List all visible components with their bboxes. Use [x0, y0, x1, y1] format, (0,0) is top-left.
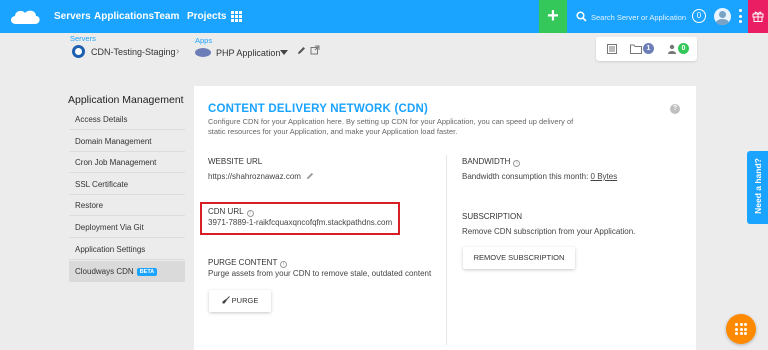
- sidebar-item-ssl-certificate[interactable]: SSL Certificate: [69, 174, 185, 195]
- gift-button[interactable]: [748, 0, 768, 33]
- sidebar-item-restore[interactable]: Restore: [69, 195, 185, 216]
- users-icon[interactable]: [667, 44, 677, 54]
- app-quick-actions: 1 0: [596, 37, 697, 61]
- sidebar-item-label: Cloudways CDN: [75, 267, 134, 276]
- sidebar-item-cron-job[interactable]: Cron Job Management: [69, 152, 185, 173]
- sidebar-item-access-details[interactable]: Access Details: [69, 109, 185, 130]
- avatar[interactable]: [714, 8, 731, 25]
- cdn-description: Configure CDN for your Application here.…: [208, 117, 574, 136]
- top-navigation-bar: Servers Applications Team Projects + 0: [0, 0, 768, 33]
- files-count-badge: 1: [643, 43, 654, 54]
- apps-label: Apps: [195, 36, 213, 45]
- bandwidth-label: BANDWIDTH i: [462, 157, 521, 167]
- apps-grid-icon[interactable]: [231, 11, 242, 22]
- notification-badge[interactable]: 0: [692, 9, 706, 23]
- info-icon[interactable]: i: [280, 261, 288, 268]
- help-icon[interactable]: ?: [670, 104, 680, 114]
- folder-icon[interactable]: [630, 44, 642, 54]
- add-button[interactable]: +: [539, 0, 567, 33]
- nav-projects[interactable]: Projects: [187, 11, 226, 22]
- cdn-panel: CONTENT DELIVERY NETWORK (CDN) Configure…: [194, 86, 696, 350]
- cdn-url-value: 3971-7889-1-raikfcquaxqncofqfm.stackpath…: [208, 218, 393, 227]
- server-name[interactable]: CDN-Testing-Staging: [91, 47, 176, 57]
- cloud-logo-icon[interactable]: [8, 8, 42, 26]
- external-link-icon[interactable]: [310, 45, 320, 55]
- page-title: CONTENT DELIVERY NETWORK (CDN): [208, 103, 429, 115]
- remove-subscription-button[interactable]: REMOVE SUBSCRIPTION: [463, 247, 575, 269]
- nav-applications[interactable]: Applications: [94, 11, 154, 22]
- floating-apps-button[interactable]: [726, 314, 756, 344]
- subscription-label: SUBSCRIPTION: [462, 212, 523, 221]
- cdn-url-label: CDN URL i: [208, 207, 254, 217]
- column-divider: [446, 155, 447, 345]
- chevron-down-icon[interactable]: [280, 50, 288, 55]
- sidebar-title: Application Management: [68, 94, 184, 106]
- sidebar-item-domain-management[interactable]: Domain Management: [69, 131, 185, 152]
- purge-content-label: PURGE CONTENT i: [208, 258, 288, 268]
- search-icon: [576, 11, 587, 22]
- need-a-hand-tab[interactable]: Need a hand?: [747, 151, 768, 224]
- info-icon[interactable]: i: [513, 160, 521, 167]
- edit-icon[interactable]: [306, 172, 314, 180]
- purge-button[interactable]: PURGE: [209, 290, 271, 312]
- apps-grid-icon: [735, 323, 747, 335]
- beta-badge: BETA: [136, 268, 158, 276]
- bandwidth-value: Bandwidth consumption this month: 0 Byte…: [462, 172, 618, 181]
- search-input[interactable]: [591, 10, 691, 24]
- sidebar-item-application-settings[interactable]: Application Settings: [69, 239, 185, 260]
- list-icon[interactable]: [607, 44, 617, 54]
- php-icon: [195, 48, 211, 57]
- users-count-badge: 0: [678, 43, 689, 54]
- servers-label: Servers: [70, 34, 96, 43]
- purge-description: Purge assets from your CDN to remove sta…: [208, 269, 432, 278]
- gift-icon: [752, 11, 764, 22]
- more-options-icon[interactable]: [738, 9, 742, 23]
- sidebar-item-cloudways-cdn[interactable]: Cloudways CDN BETA: [69, 261, 185, 282]
- sidebar-item-deployment-git[interactable]: Deployment Via Git: [69, 217, 185, 238]
- edit-icon[interactable]: [297, 46, 306, 55]
- broom-icon: [222, 296, 230, 304]
- server-icon: [72, 45, 85, 58]
- bandwidth-bytes-link[interactable]: 0 Bytes: [591, 172, 618, 181]
- website-url-value: https://shahroznawaz.com: [208, 172, 314, 181]
- nav-servers[interactable]: Servers: [54, 11, 91, 22]
- nav-team[interactable]: Team: [154, 11, 179, 22]
- app-name[interactable]: PHP Application: [216, 48, 280, 58]
- subscription-description: Remove CDN subscription from your Applic…: [462, 227, 636, 236]
- chevron-right-icon: ›: [176, 46, 180, 57]
- website-url-label: WEBSITE URL: [208, 157, 263, 166]
- info-icon[interactable]: i: [246, 210, 254, 217]
